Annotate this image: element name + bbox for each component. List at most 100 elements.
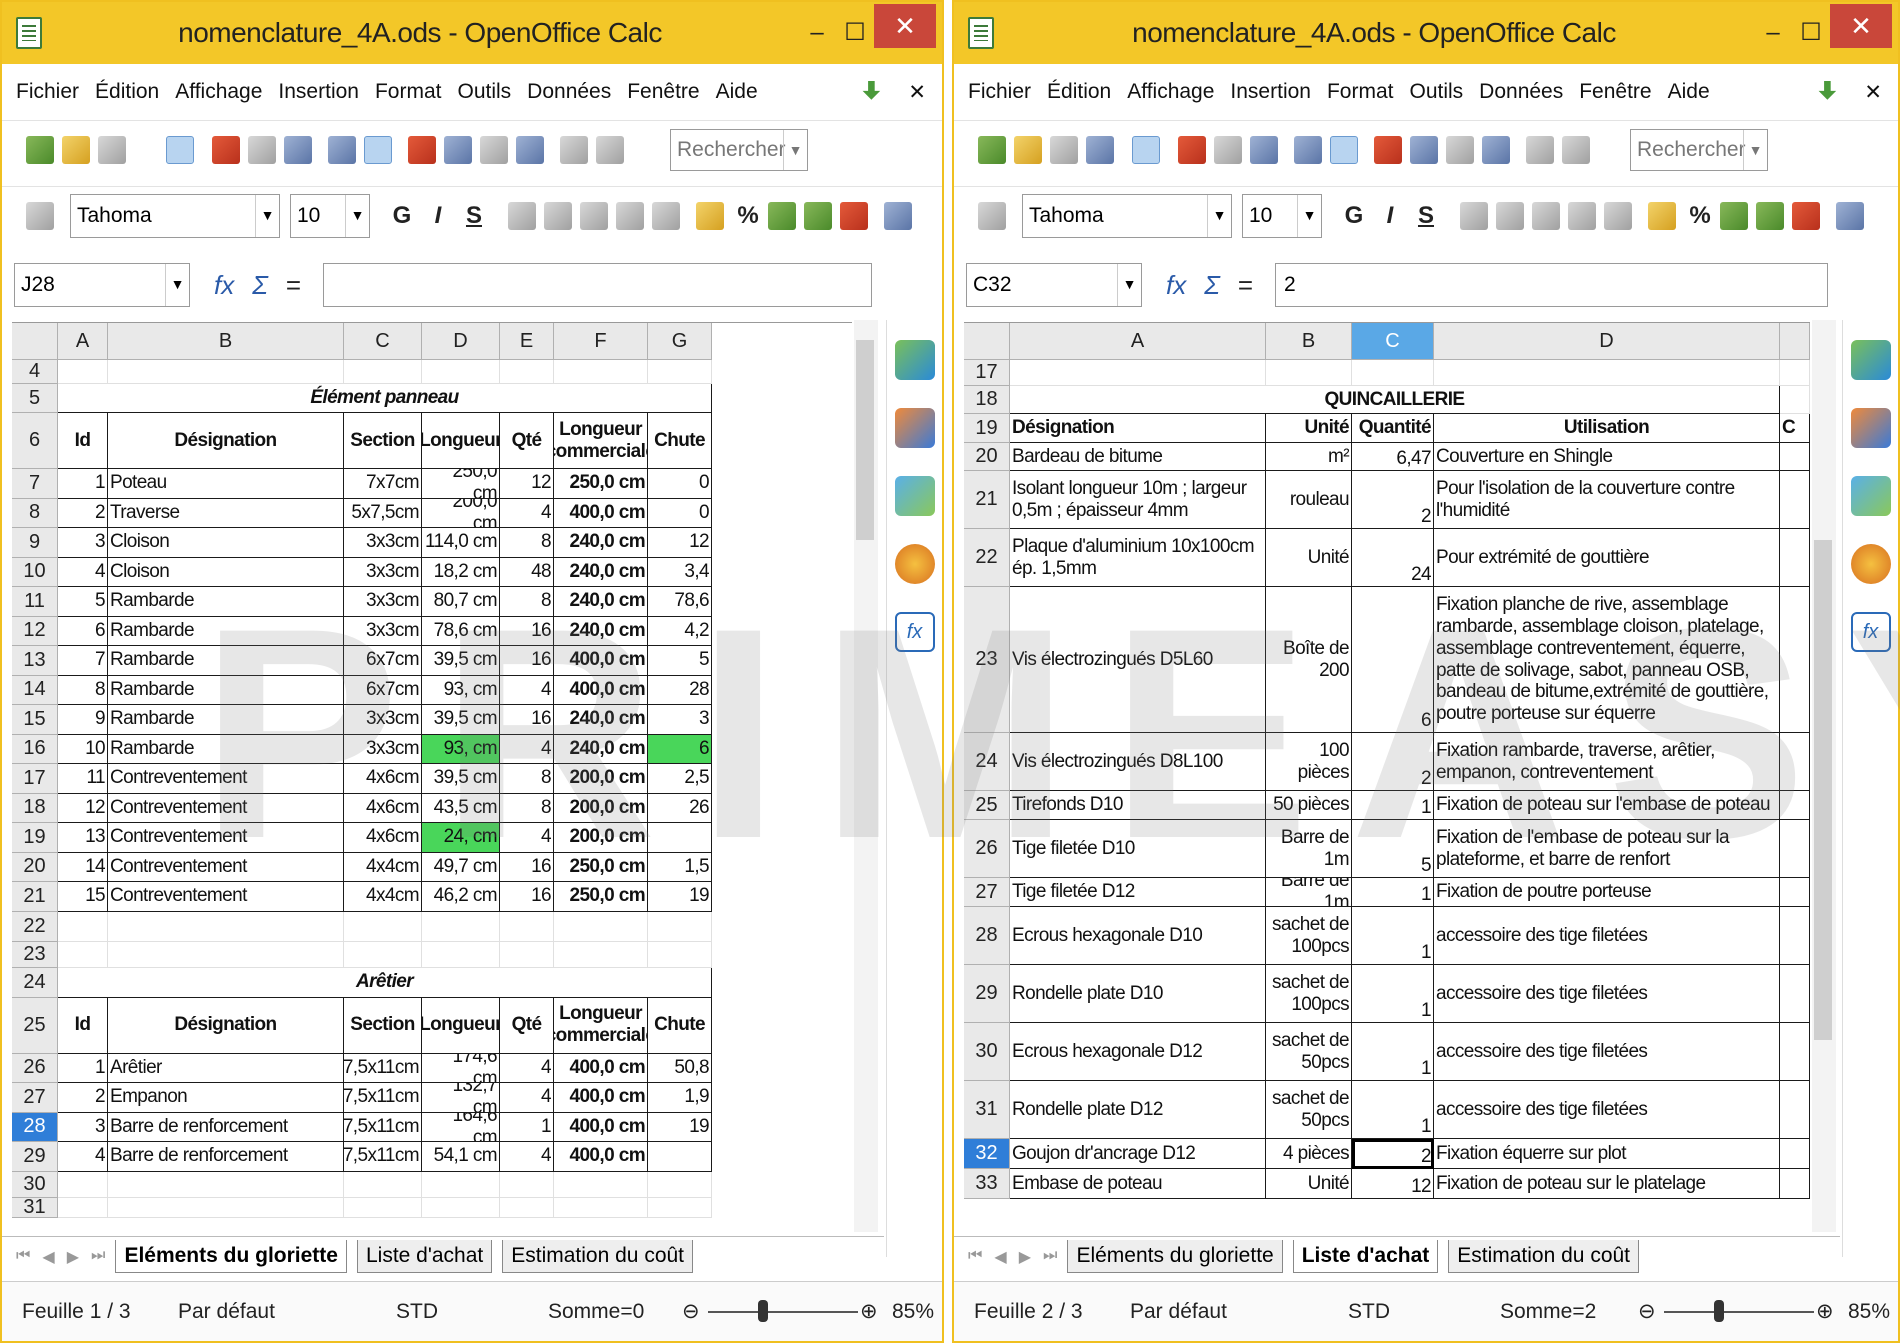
table-cell[interactable]: Contreventement bbox=[108, 823, 344, 853]
select-all-corner[interactable] bbox=[964, 323, 1010, 360]
empty-cell[interactable] bbox=[58, 360, 108, 384]
table-cell[interactable]: 400,0 cm bbox=[554, 675, 648, 705]
paste-icon[interactable] bbox=[1446, 135, 1474, 164]
table-cell[interactable]: 5 bbox=[1352, 820, 1434, 878]
title-bar[interactable]: nomenclature_4A.ods - OpenOffice Calc – … bbox=[954, 2, 1898, 64]
table-cell[interactable]: Fixation de poteau sur l'embase de potea… bbox=[1434, 791, 1780, 820]
row-header-23[interactable]: 23 bbox=[964, 587, 1010, 733]
row-header-16[interactable]: 16 bbox=[12, 734, 58, 764]
table-cell[interactable]: 3x3cm bbox=[344, 705, 422, 735]
table-cell[interactable]: 240,0 cm bbox=[554, 528, 648, 558]
sum-icon[interactable]: Σ bbox=[252, 270, 268, 301]
last-sheet-icon[interactable]: ⏭ bbox=[1043, 1247, 1057, 1267]
empty-cell[interactable] bbox=[58, 1197, 108, 1218]
table-cell[interactable]: 4x6cm bbox=[344, 823, 422, 853]
align-left-icon[interactable] bbox=[1460, 201, 1488, 230]
chevron-down-icon[interactable]: ▼ bbox=[1297, 194, 1321, 237]
row-header-9[interactable]: 9 bbox=[12, 528, 58, 558]
formula-input[interactable] bbox=[323, 263, 872, 307]
maximize-button[interactable]: ☐ bbox=[836, 13, 874, 53]
table-cell[interactable]: 16 bbox=[500, 705, 554, 735]
status-selection-mode[interactable]: STD bbox=[396, 1300, 438, 1324]
table-cell[interactable]: 132,7 cm bbox=[422, 1083, 500, 1113]
percent-button[interactable]: % bbox=[1688, 202, 1712, 230]
table-cell[interactable]: sachet de 100pcs bbox=[1266, 965, 1352, 1023]
table-cell[interactable]: 3x3cm bbox=[344, 557, 422, 587]
row-header-27[interactable]: 27 bbox=[12, 1083, 58, 1113]
menu-donnees[interactable]: Données bbox=[1479, 80, 1563, 104]
empty-cell[interactable] bbox=[344, 1197, 422, 1218]
table-header-cell[interactable]: Chute bbox=[648, 997, 712, 1054]
spellcheck-icon[interactable] bbox=[328, 135, 356, 164]
chevron-down-icon[interactable]: ▼ bbox=[255, 194, 279, 237]
table-cell[interactable]: Traverse bbox=[108, 498, 344, 528]
chevron-down-icon[interactable]: ▼ bbox=[1743, 129, 1767, 170]
empty-cell[interactable] bbox=[344, 1171, 422, 1198]
table-cell[interactable]: 250,0 cm bbox=[422, 469, 500, 499]
menu-insertion[interactable]: Insertion bbox=[1230, 80, 1311, 104]
table-cell[interactable]: 93, cm bbox=[422, 675, 500, 705]
table-cell[interactable]: 14 bbox=[58, 852, 108, 882]
styles-icon[interactable] bbox=[26, 201, 54, 230]
table-cell[interactable]: 4 bbox=[500, 1142, 554, 1172]
row-header-4[interactable]: 4 bbox=[12, 360, 58, 384]
sheet-tab-elements[interactable]: Eléments du gloriette bbox=[115, 1240, 347, 1273]
row-header-7[interactable]: 7 bbox=[12, 469, 58, 499]
table-cell[interactable]: 15 bbox=[58, 882, 108, 912]
table-header-cell[interactable]: Désignation bbox=[108, 413, 344, 469]
maximize-button[interactable]: ☐ bbox=[1792, 13, 1830, 53]
table-header-cell[interactable]: Désignation bbox=[1010, 414, 1266, 443]
next-sheet-icon[interactable]: ▶ bbox=[1019, 1247, 1031, 1267]
print-icon[interactable] bbox=[1214, 135, 1242, 164]
table-cell[interactable]: 2 bbox=[58, 498, 108, 528]
table-cell[interactable]: 12 bbox=[1352, 1169, 1434, 1199]
table-cell[interactable]: 39,5 cm bbox=[422, 764, 500, 794]
table-cell[interactable]: 3x3cm bbox=[344, 734, 422, 764]
empty-cell[interactable] bbox=[422, 941, 500, 968]
row-header-26[interactable]: 26 bbox=[12, 1053, 58, 1083]
menu-fichier[interactable]: Fichier bbox=[16, 80, 79, 104]
section-header-panneau[interactable]: Élément panneau bbox=[58, 384, 712, 413]
table-cell[interactable]: 4x6cm bbox=[344, 764, 422, 794]
table-cell[interactable]: 39,5 cm bbox=[422, 646, 500, 676]
gallery-icon[interactable] bbox=[1850, 476, 1891, 516]
table-cell[interactable]: 200,0 cm bbox=[554, 793, 648, 823]
table-header-cell[interactable]: Désignation bbox=[108, 997, 344, 1054]
table-cell[interactable]: 26 bbox=[648, 793, 712, 823]
table-cell[interactable]: 4 bbox=[500, 823, 554, 853]
clone-format-icon[interactable] bbox=[1482, 135, 1510, 164]
table-cell[interactable]: 78,6 cm bbox=[422, 616, 500, 646]
empty-cell[interactable] bbox=[554, 1171, 648, 1198]
table-header-cell[interactable]: Longueur commerciale bbox=[554, 997, 648, 1054]
zoom-out-icon[interactable]: ⊖ bbox=[682, 1299, 700, 1324]
table-header-cell[interactable]: Id bbox=[58, 413, 108, 469]
table-header-cell[interactable]: Section bbox=[344, 413, 422, 469]
empty-cell[interactable] bbox=[1352, 360, 1434, 386]
table-cell[interactable]: Rambarde bbox=[108, 705, 344, 735]
table-cell[interactable]: 7x7cm bbox=[344, 469, 422, 499]
table-cell[interactable]: 16 bbox=[500, 882, 554, 912]
table-cell[interactable]: Rambarde bbox=[108, 587, 344, 617]
table-cell[interactable]: rouleau bbox=[1266, 471, 1352, 529]
table-cell[interactable]: 1 bbox=[58, 1053, 108, 1083]
minimize-button[interactable]: – bbox=[798, 13, 836, 53]
table-cell[interactable]: 11 bbox=[58, 764, 108, 794]
table-cell[interactable]: 7,5x11cm bbox=[344, 1112, 422, 1142]
table-cell[interactable]: Contreventement bbox=[108, 852, 344, 882]
empty-cell[interactable] bbox=[500, 1171, 554, 1198]
table-header-cell[interactable]: Id bbox=[58, 997, 108, 1054]
print-preview-icon[interactable] bbox=[1250, 135, 1278, 164]
table-cell[interactable]: Boîte de 200 bbox=[1266, 587, 1352, 733]
empty-cell[interactable] bbox=[1780, 1081, 1810, 1139]
justify-icon[interactable] bbox=[1568, 201, 1596, 230]
empty-cell[interactable] bbox=[1434, 360, 1780, 386]
row-header-29[interactable]: 29 bbox=[964, 965, 1010, 1023]
row-header-12[interactable]: 12 bbox=[12, 616, 58, 646]
table-cell[interactable]: Rambarde bbox=[108, 616, 344, 646]
align-center-icon[interactable] bbox=[1496, 201, 1524, 230]
table-cell[interactable]: 9 bbox=[58, 705, 108, 735]
currency-icon[interactable] bbox=[1648, 201, 1676, 230]
merge-cells-icon[interactable] bbox=[1604, 201, 1632, 230]
cut-icon[interactable] bbox=[1374, 135, 1402, 164]
table-cell[interactable]: 6 bbox=[1352, 587, 1434, 733]
